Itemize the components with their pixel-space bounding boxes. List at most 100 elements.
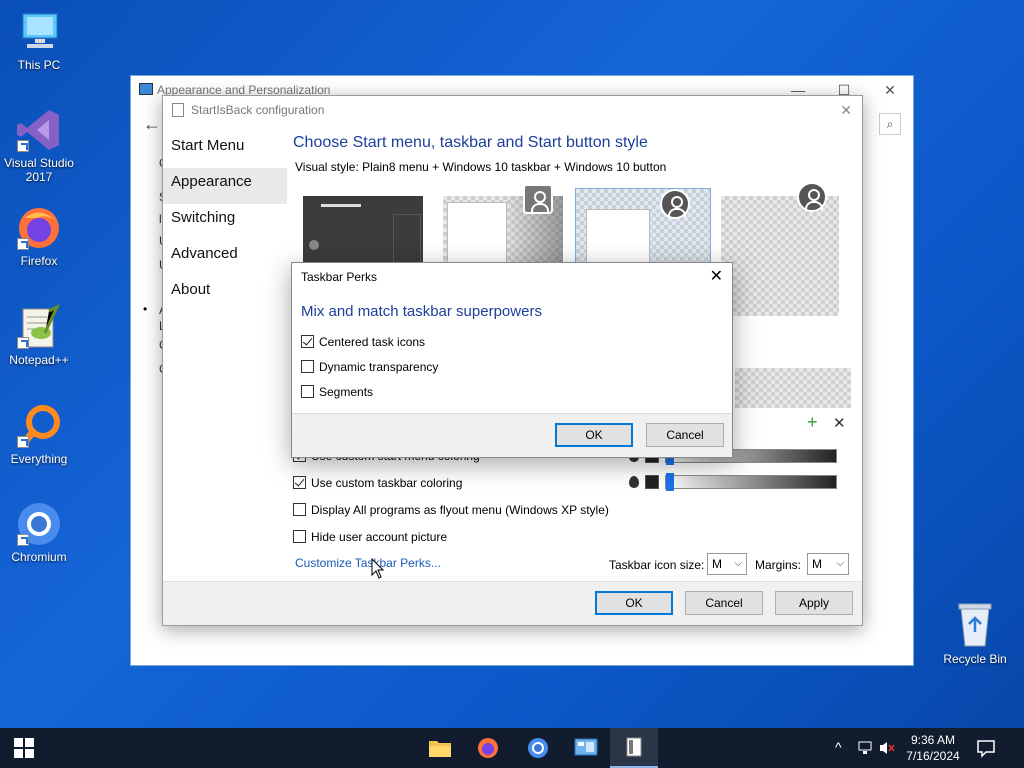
taskbar-firefox[interactable] <box>464 728 512 768</box>
shortcut-arrow-icon <box>17 337 29 349</box>
folder-icon <box>429 741 451 757</box>
segments-checkbox[interactable] <box>301 385 314 398</box>
taskbar-perks-dialog: Taskbar Perks ✕ Mix and match taskbar su… <box>291 262 733 458</box>
dialog-title: Taskbar Perks <box>301 270 378 284</box>
network-icon[interactable] <box>856 740 874 756</box>
option-taskbar-coloring[interactable]: Use custom taskbar coloring <box>293 469 609 496</box>
dialog-ok-button[interactable]: OK <box>555 423 633 447</box>
this-pc-icon <box>15 8 63 56</box>
desktop-icon-chromium[interactable]: Chromium <box>0 500 78 564</box>
dialog-close-button[interactable]: ✕ <box>710 263 723 291</box>
preview-strip <box>735 368 851 408</box>
option-label: Display All programs as flyout menu (Win… <box>311 502 609 517</box>
control-panel-icon <box>139 83 153 95</box>
option-segments[interactable]: Segments <box>301 379 438 404</box>
sidebar-item-appearance[interactable]: Appearance <box>163 168 287 204</box>
clock-date: 7/16/2024 <box>906 749 960 763</box>
close-button[interactable]: ✕ <box>867 76 913 104</box>
config-title: StartIsBack configuration <box>191 103 325 117</box>
option-label: Segments <box>319 384 374 399</box>
start-button[interactable] <box>0 728 48 768</box>
desktop-icon-label: This PC <box>17 58 61 72</box>
taskbar-clock[interactable]: 9:36 AM 7/16/2024 <box>898 732 968 764</box>
bullet-marker: • <box>143 302 148 316</box>
sidebar-item-start-menu[interactable]: Start Menu <box>163 132 287 168</box>
option-flyout-menu[interactable]: Display All programs as flyout menu (Win… <box>293 496 609 523</box>
tray-overflow-chevron-icon[interactable]: ^ <box>835 739 842 755</box>
desktop-icon-notepadpp[interactable]: Notepad++ <box>0 303 78 367</box>
taskbar: ^ 9:36 AM 7/16/2024 <box>0 728 1024 768</box>
customize-taskbar-perks-link[interactable]: Customize Taskbar Perks... <box>295 556 441 570</box>
config-titlebar[interactable]: StartIsBack configuration ✕ <box>163 96 862 124</box>
style-thumbnail-windows10-alt[interactable] <box>721 182 839 316</box>
config-sidebar: Start Menu Appearance Switching Advanced… <box>163 132 287 312</box>
color-swatch[interactable] <box>645 475 659 489</box>
chevron-down-icon: ⌵ <box>836 558 844 569</box>
taskbar-file-explorer[interactable] <box>416 728 464 768</box>
sidebar-item-advanced[interactable]: Advanced <box>163 240 287 276</box>
taskbar-color-controls <box>629 473 837 491</box>
firefox-icon <box>478 738 498 758</box>
slider-thumb[interactable] <box>666 473 674 491</box>
centered-task-icons-checkbox[interactable] <box>301 335 314 348</box>
mouse-cursor-icon <box>371 558 385 579</box>
chromium-icon <box>15 500 63 548</box>
dialog-cancel-button[interactable]: Cancel <box>646 423 724 447</box>
ok-button[interactable]: OK <box>595 591 673 615</box>
dialog-footer: OK Cancel <box>292 413 732 457</box>
visual-studio-icon <box>15 106 63 154</box>
option-label: Dynamic transparency <box>319 359 439 374</box>
back-arrow-icon[interactable]: ← <box>143 114 161 135</box>
icon-size-select[interactable]: M ⌵ <box>707 553 747 575</box>
taskbar-coloring-checkbox[interactable] <box>293 476 306 489</box>
taskbar-chromium[interactable] <box>514 728 562 768</box>
desktop-icon-recycle-bin[interactable]: Recycle Bin <box>940 600 1010 666</box>
volume-muted-icon[interactable] <box>878 740 896 756</box>
shortcut-arrow-icon <box>17 534 29 546</box>
notification-center-icon[interactable] <box>976 738 996 758</box>
shortcut-arrow-icon <box>17 436 29 448</box>
cancel-button[interactable]: Cancel <box>685 591 763 615</box>
chromium-icon <box>528 738 548 758</box>
recycle-bin-label: Recycle Bin <box>943 652 1007 666</box>
apply-button[interactable]: Apply <box>775 591 853 615</box>
taskbar-startisback[interactable] <box>610 728 658 768</box>
user-avatar-icon <box>797 182 827 212</box>
remove-color-button[interactable]: ✕ <box>833 414 846 432</box>
everything-icon <box>15 402 63 450</box>
option-centered-task-icons[interactable]: Centered task icons <box>301 329 438 354</box>
dialog-titlebar[interactable]: Taskbar Perks ✕ <box>292 263 732 291</box>
desktop-icon-firefox[interactable]: Firefox <box>0 204 78 268</box>
option-hide-account-picture[interactable]: Hide user account picture <box>293 523 609 550</box>
firefox-icon <box>15 204 63 252</box>
dynamic-transparency-checkbox[interactable] <box>301 360 314 373</box>
margins-label: Margins: <box>755 558 802 572</box>
flyout-menu-checkbox[interactable] <box>293 503 306 516</box>
page-title: Choose Start menu, taskbar and Start but… <box>293 134 648 151</box>
icon-size-label: Taskbar icon size: <box>609 558 705 572</box>
appearance-options: Use custom start menu coloring Use custo… <box>293 442 609 550</box>
shortcut-arrow-icon <box>17 238 29 250</box>
sidebar-item-about[interactable]: About <box>163 276 287 312</box>
desktop-icon-label: Everything <box>10 452 68 466</box>
hide-account-picture-checkbox[interactable] <box>293 530 306 543</box>
option-label: Centered task icons <box>319 334 426 349</box>
search-icon[interactable]: ⌕ <box>879 113 901 135</box>
margins-value: M <box>812 557 822 571</box>
option-label: Hide user account picture <box>311 529 448 544</box>
add-color-button[interactable]: + <box>807 412 818 433</box>
sidebar-item-switching[interactable]: Switching <box>163 204 287 240</box>
desktop-icon-everything[interactable]: Everything <box>0 402 78 466</box>
taskbar-control-panel[interactable] <box>562 728 610 768</box>
config-footer: OK Cancel Apply <box>163 581 862 625</box>
dialog-options: Centered task icons Dynamic transparency… <box>301 329 438 404</box>
option-dynamic-transparency[interactable]: Dynamic transparency <box>301 354 438 379</box>
desktop-icon-this-pc[interactable]: This PC <box>0 8 78 72</box>
dialog-heading: Mix and match taskbar superpowers <box>301 303 542 320</box>
config-close-button[interactable]: ✕ <box>840 96 852 124</box>
margins-select[interactable]: M ⌵ <box>807 553 849 575</box>
chevron-down-icon: ⌵ <box>734 558 742 569</box>
taskbar-color-slider[interactable] <box>665 473 837 491</box>
desktop-icon-visual-studio[interactable]: Visual Studio 2017 <box>0 106 78 184</box>
user-avatar-icon <box>523 184 553 214</box>
